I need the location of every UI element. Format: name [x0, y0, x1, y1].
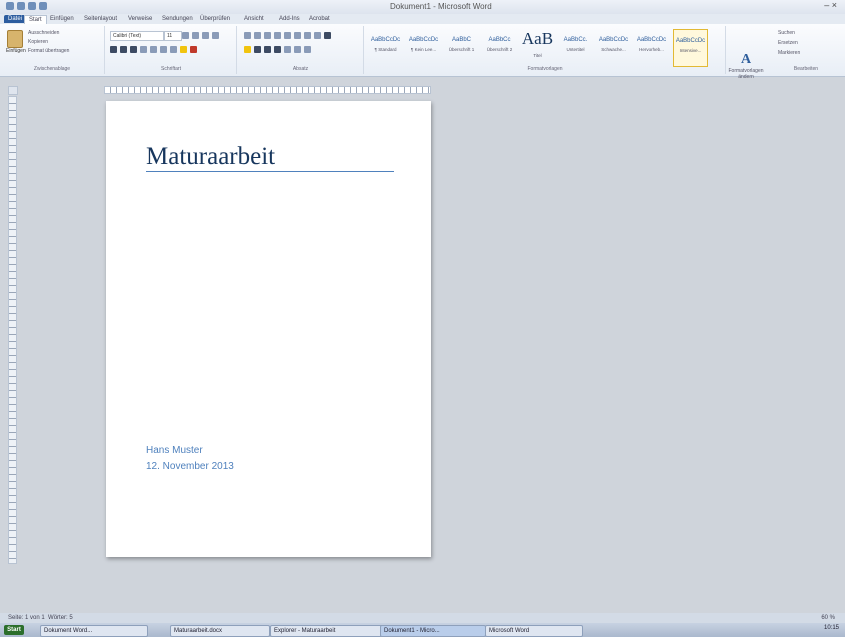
- tab-2[interactable]: Einfügen: [46, 15, 78, 23]
- style-gallery-item[interactable]: AaBbCcDc Schwache...: [597, 29, 630, 65]
- style-name: ¶ Standard: [374, 47, 397, 52]
- taskbar: Start 10:15 Dokument Word... Maturaarbeit…: [0, 623, 845, 637]
- style-preview: AaBbCcDc: [598, 37, 629, 43]
- tab-8[interactable]: Add-Ins: [275, 15, 304, 23]
- font-format-buttons[interactable]: [110, 46, 197, 53]
- tab-6[interactable]: Überprüfen: [196, 15, 234, 23]
- style-preview: AaBbCc: [488, 37, 511, 43]
- style-name: Untertitel: [566, 47, 585, 52]
- document-author[interactable]: Hans Muster: [146, 445, 203, 456]
- font-name-select[interactable]: Calibri (Text): [110, 31, 164, 41]
- style-preview: AaBbCcDc: [636, 37, 667, 43]
- taskbar-item[interactable]: Microsoft Word: [485, 625, 583, 637]
- font-size-buttons[interactable]: [182, 32, 219, 39]
- styles-group: Formatvorlagen AaBbCcDc ¶ Standard AaBbCcD…: [365, 26, 726, 74]
- start-button[interactable]: Start: [4, 625, 24, 635]
- tab-4[interactable]: Verweise: [124, 15, 156, 23]
- cut-button[interactable]: Ausschneiden: [28, 30, 59, 36]
- list-buttons[interactable]: [244, 32, 331, 39]
- taskbar-clock: 10:15: [823, 625, 839, 631]
- paragraph-group-label: Absatz: [292, 66, 309, 72]
- window-title: Dokument1 - Microsoft Word: [390, 2, 492, 11]
- style-gallery-item[interactable]: AaBbCcDc ¶ Standard: [369, 29, 402, 65]
- ruler-toggle[interactable]: [8, 86, 18, 95]
- change-styles-button[interactable]: A Formatvorlagen ändern: [726, 52, 766, 80]
- undo-icon[interactable]: [28, 2, 36, 10]
- style-preview: AaBbCcDc: [370, 37, 401, 43]
- style-gallery-item[interactable]: AaBbCcDc Hervorheb...: [635, 29, 668, 65]
- editing-group-label: Bearbeiten: [793, 66, 819, 72]
- tab-1[interactable]: Start: [24, 15, 47, 24]
- title-bar: Dokument1 - Microsoft Word – ×: [0, 0, 845, 14]
- title-underline: [146, 171, 394, 172]
- style-gallery-item[interactable]: AaBbCc Überschrift 2: [483, 29, 516, 65]
- page-count[interactable]: Seite: 1 von 1: [8, 615, 45, 621]
- styles-group-label: Formatvorlagen: [527, 66, 563, 72]
- font-size-select[interactable]: 11: [164, 31, 182, 41]
- style-preview: AaB: [521, 29, 554, 48]
- tab-3[interactable]: Seitenlayout: [80, 15, 121, 23]
- style-name: Schwache...: [601, 47, 626, 52]
- style-name: Überschrift 1: [448, 47, 475, 52]
- window-controls[interactable]: – ×: [824, 0, 837, 10]
- font-color-icon: [190, 46, 197, 53]
- select-button[interactable]: Markieren: [778, 50, 800, 56]
- style-gallery-item[interactable]: AaBbCc. Untertitel: [559, 29, 592, 65]
- word-icon: [6, 2, 14, 10]
- underline-icon: [130, 46, 137, 53]
- clipboard-group-label: Zwischenablage: [33, 66, 71, 72]
- italic-icon: [120, 46, 127, 53]
- style-preview: AaBbCcDc: [408, 37, 439, 43]
- style-preview: AaBbC: [451, 37, 471, 43]
- horizontal-ruler[interactable]: [104, 86, 431, 94]
- style-preview: AaBbCcDc: [675, 38, 706, 44]
- tab-7[interactable]: Ansicht: [240, 15, 268, 23]
- find-button[interactable]: Suchen: [778, 30, 795, 36]
- style-gallery-item[interactable]: AaB Titel: [521, 29, 554, 65]
- style-gallery-item[interactable]: AaBbC Überschrift 1: [445, 29, 478, 65]
- paste-button[interactable]: Einfügen: [6, 30, 26, 56]
- clipboard-group: Einfügen Ausschneiden Kopieren Format üb…: [0, 26, 105, 74]
- tab-0[interactable]: Datei: [4, 15, 27, 23]
- save-icon[interactable]: [17, 2, 25, 10]
- highlight-icon: [180, 46, 187, 53]
- editing-group: Suchen Ersetzen Markieren Bearbeiten: [770, 26, 842, 74]
- paste-icon: [7, 30, 23, 48]
- quick-access-toolbar[interactable]: [6, 2, 47, 10]
- font-group-label: Schriftart: [160, 66, 181, 72]
- status-bar: Seite: 1 von 1 Wörter: 5 60 %: [0, 613, 845, 623]
- tab-9[interactable]: Acrobat: [305, 15, 334, 23]
- style-name: Intensive...: [679, 48, 702, 53]
- document-date[interactable]: 12. November 2013: [146, 461, 234, 472]
- style-preview: AaBbCc.: [563, 37, 588, 43]
- style-gallery-item[interactable]: AaBbCcDc ¶ Kein Lee...: [407, 29, 440, 65]
- style-gallery-item[interactable]: AaBbCcDc Intensive...: [673, 29, 708, 67]
- style-name: Titel: [533, 53, 542, 58]
- document-page[interactable]: Maturaarbeit Hans Muster 12. November 20…: [106, 101, 431, 557]
- bold-icon: [110, 46, 117, 53]
- style-name: Überschrift 2: [486, 47, 513, 52]
- taskbar-item[interactable]: Explorer - Maturaarbeit: [270, 625, 383, 637]
- taskbar-item[interactable]: Dokument1 - Micro...: [380, 625, 486, 637]
- format-painter-button[interactable]: Format übertragen: [28, 48, 69, 54]
- change-styles-icon: A: [740, 52, 752, 67]
- word-count[interactable]: Wörter: 5: [48, 615, 73, 621]
- paragraph-group: Absatz: [238, 26, 364, 74]
- ribbon-tabs: Datei Start Einfügen Seitenlayout Verweise Se…: [0, 14, 845, 24]
- tab-5[interactable]: Sendungen: [158, 15, 197, 23]
- taskbar-item[interactable]: Dokument Word...: [40, 625, 148, 637]
- copy-button[interactable]: Kopieren: [28, 39, 48, 45]
- taskbar-item[interactable]: Maturaarbeit.docx: [170, 625, 270, 637]
- zoom-level[interactable]: 60 %: [821, 615, 835, 621]
- alignment-buttons[interactable]: [244, 46, 311, 53]
- style-name: ¶ Kein Lee...: [410, 47, 437, 52]
- replace-button[interactable]: Ersetzen: [778, 40, 798, 46]
- style-name: Hervorheb...: [639, 47, 664, 52]
- document-title[interactable]: Maturaarbeit: [146, 143, 275, 171]
- ribbon: Einfügen Ausschneiden Kopieren Format üb…: [0, 24, 845, 80]
- redo-icon[interactable]: [39, 2, 47, 10]
- font-group: Calibri (Text) 11 Schriftart: [106, 26, 237, 74]
- vertical-ruler[interactable]: [8, 96, 17, 564]
